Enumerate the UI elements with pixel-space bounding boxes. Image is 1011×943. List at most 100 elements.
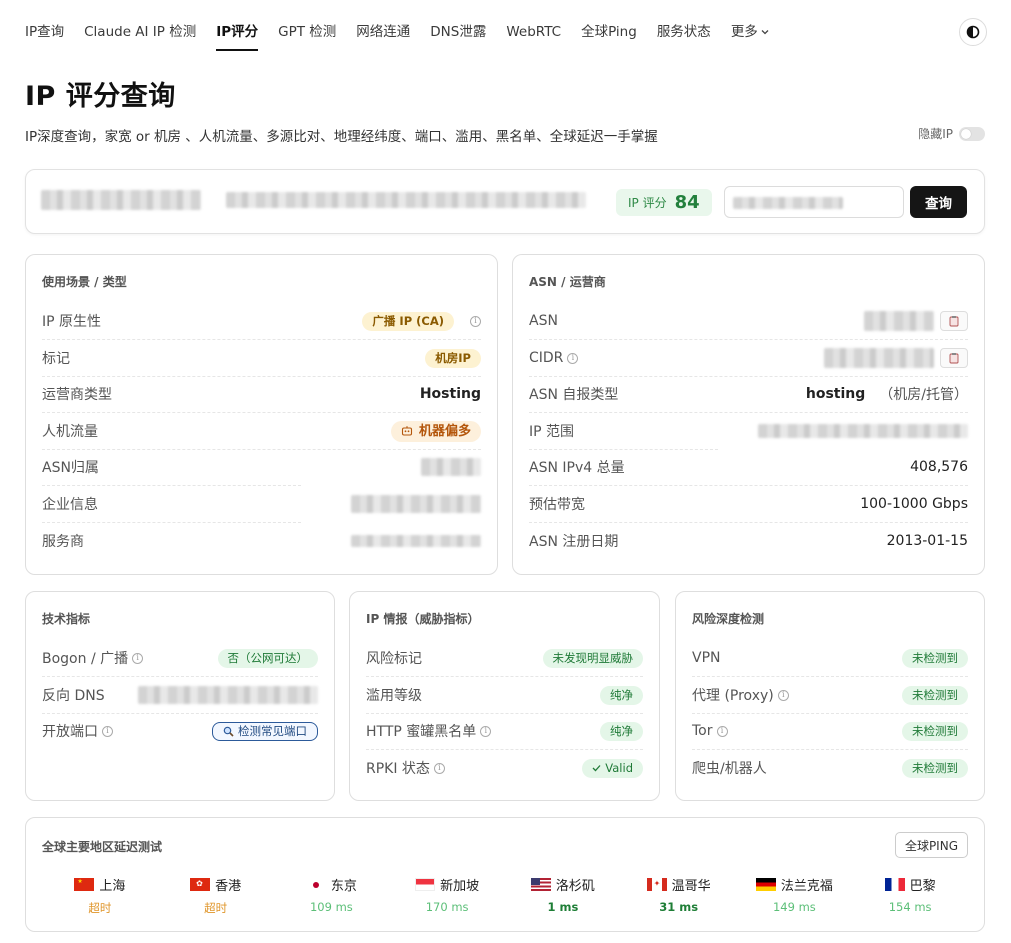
region-shanghai: ★ 上海 超时: [42, 875, 158, 916]
info-icon[interactable]: i: [480, 725, 492, 737]
row-bandwidth: 预估带宽 100-1000 Gbps: [529, 486, 968, 523]
info-icon[interactable]: i: [132, 652, 144, 664]
row-label: RPKI 状态 i: [366, 758, 445, 778]
region-frankfurt: 法兰克福 149 ms: [737, 875, 853, 916]
chevron-down-icon: [761, 30, 769, 35]
nav-item-ip-query[interactable]: IP查询: [25, 0, 64, 64]
row-label: ASN 注册日期: [529, 534, 619, 551]
check-ports-button[interactable]: 检测常见端口: [212, 721, 318, 741]
query-button[interactable]: 查询: [910, 186, 967, 218]
nav-item-webrtc[interactable]: WebRTC: [506, 0, 561, 64]
region-hongkong: ✿ 香港 超时: [158, 875, 274, 916]
asn-card: ASN / 运营商 ASN CIDR i ASN 自报类型 hosting （机房…: [512, 254, 985, 575]
nav-item-connectivity[interactable]: 网络连通: [356, 0, 410, 64]
nav-item-ip-score[interactable]: IP评分: [216, 0, 258, 64]
row-traffic: 人机流量 机器偏多: [42, 413, 481, 450]
datacenter-ip-badge: 机房IP: [425, 348, 481, 368]
row-label: 预估带宽: [529, 497, 585, 514]
ip-native-badge: 广播 IP (CA): [362, 311, 454, 331]
crawler-badge: 未检测到: [902, 758, 968, 778]
latency-card-title: 全球主要地区延迟测试: [42, 840, 163, 854]
global-ping-button[interactable]: 全球PING: [894, 832, 968, 858]
robot-icon: [401, 426, 413, 436]
row-label: VPN: [692, 650, 721, 667]
hide-ip-toggle[interactable]: [959, 126, 985, 141]
info-icon[interactable]: i: [102, 725, 113, 737]
asn-type-note: （机房/托管）: [879, 387, 968, 404]
nav-item-more[interactable]: 更多: [731, 0, 769, 64]
org-redacted: [351, 495, 481, 514]
row-bogon: Bogon / 广播 i 否（公网可达）: [42, 640, 318, 677]
nav-item-dns-leak[interactable]: DNS泄露: [430, 0, 486, 64]
info-icon[interactable]: i: [470, 315, 481, 327]
region-latency: 超时: [88, 901, 112, 915]
info-icon[interactable]: i: [433, 762, 445, 774]
row-label: 反向 DNS: [42, 688, 105, 705]
contrast-icon: [966, 25, 980, 39]
usa-flag-icon: [530, 878, 551, 891]
region-name: 温哥华: [671, 879, 711, 894]
row-label: 企业信息: [42, 497, 98, 514]
risk-flag-badge: 未发现明显威胁: [542, 648, 643, 668]
ip-search-input[interactable]: [724, 186, 904, 218]
region-latency: 109 ms: [309, 900, 353, 914]
region-vancouver: ✦ 温哥华 31 ms: [621, 875, 737, 916]
row-asn-type: ASN 自报类型 hosting （机房/托管）: [529, 376, 968, 413]
region-latency: 1 ms: [547, 900, 579, 914]
nav-item-global-ping[interactable]: 全球Ping: [581, 0, 637, 64]
ip-search-card: IP 评分 84 查询: [25, 169, 985, 234]
nav-item-gpt-check[interactable]: GPT 检测: [278, 0, 336, 64]
nav-item-claude-check[interactable]: Claude AI IP 检测: [84, 0, 196, 64]
region-name: 巴黎: [909, 879, 936, 894]
proxy-label-text: 代理 (Proxy): [692, 688, 774, 705]
region-name: 东京: [330, 879, 357, 894]
info-icon[interactable]: i: [777, 689, 789, 701]
ip-score-badge: IP 评分 84: [616, 189, 712, 216]
row-reg-date: ASN 注册日期 2013-01-15: [529, 523, 968, 560]
row-label: IP 原生性: [42, 314, 102, 331]
nav-item-service-status[interactable]: 服务状态: [657, 0, 711, 64]
ports-label-text: 开放端口: [42, 724, 98, 741]
row-ip-range: IP 范围: [529, 413, 968, 450]
region-los-angeles: 洛杉矶 1 ms: [505, 875, 621, 916]
row-label: ASN IPv4 总量: [529, 460, 625, 477]
copy-asn-button[interactable]: [940, 311, 968, 332]
asn-card-title: ASN / 运营商: [529, 275, 606, 289]
singapore-flag-icon: [415, 878, 436, 891]
tor-badge: 未检测到: [902, 721, 968, 741]
page-title: IP 评分查询: [25, 81, 176, 112]
theme-toggle-button[interactable]: [959, 18, 987, 46]
asn-redacted: [864, 311, 934, 332]
row-label: ASN 自报类型: [529, 387, 619, 404]
row-vpn: VPN 未检测到: [692, 640, 968, 677]
row-ipv4-total: ASN IPv4 总量 408,576: [529, 449, 968, 486]
latency-regions: ★ 上海 超时 ✿ 香港 超时 东京 109 ms 新加坡 170 ms 洛杉矶 1…: [42, 875, 968, 916]
row-asn: ASN: [529, 303, 968, 340]
rpki-value: Valid: [605, 760, 633, 775]
ip-input-value-redacted: [733, 197, 843, 209]
row-label: ASN: [529, 313, 558, 330]
info-icon[interactable]: i: [567, 352, 579, 364]
info-icon[interactable]: i: [716, 725, 728, 737]
row-label: 代理 (Proxy) i: [692, 685, 789, 705]
clipboard-icon: [949, 353, 959, 364]
row-ip-native: IP 原生性 广播 IP (CA) i: [42, 303, 481, 340]
row-proxy: 代理 (Proxy) i 未检测到: [692, 677, 968, 714]
bogon-badge: 否（公网可达）: [217, 648, 318, 668]
isp-type-value: Hosting: [419, 386, 481, 403]
row-asn-owner: ASN归属: [42, 449, 481, 486]
region-latency: 31 ms: [659, 900, 699, 914]
check-icon: [592, 765, 601, 772]
region-latency: 154 ms: [888, 900, 932, 914]
row-label: IP 范围: [529, 424, 575, 441]
row-risk-flag: 风险标记 未发现明显威胁: [366, 640, 643, 677]
row-label: HTTP 蜜罐黑名单 i: [366, 721, 492, 741]
provider-redacted: [351, 535, 481, 548]
tech-card-title: 技术指标: [42, 612, 91, 626]
row-label: 服务商: [42, 534, 84, 551]
honeypot-label-text: HTTP 蜜罐黑名单: [366, 724, 477, 741]
copy-cidr-button[interactable]: [940, 348, 968, 369]
hide-ip-control: 隐藏IP: [918, 125, 985, 142]
bandwidth-value: 100-1000 Gbps: [860, 496, 968, 513]
cidr-label-text: CIDR: [529, 350, 564, 367]
